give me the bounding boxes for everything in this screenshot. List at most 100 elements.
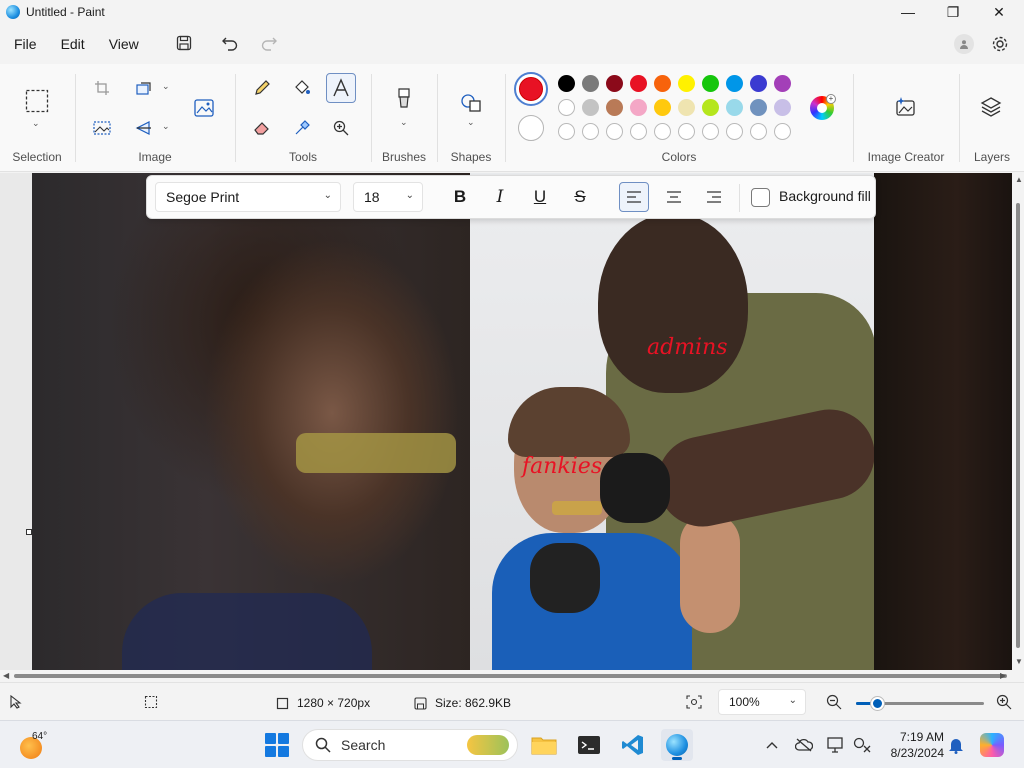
custom-color-slot[interactable] — [678, 123, 695, 140]
zoom-level-dropdown[interactable]: 100% ⌄ — [718, 689, 806, 715]
custom-color-slot[interactable] — [750, 123, 767, 140]
color-swatch-light-blue[interactable] — [726, 99, 743, 116]
zoom-out-button[interactable] — [826, 694, 842, 710]
image-insert-button[interactable] — [190, 93, 220, 123]
vscode-button[interactable] — [617, 729, 649, 761]
fill-button[interactable] — [287, 73, 317, 103]
color-swatch-light-gray[interactable] — [582, 99, 599, 116]
pencil-button[interactable] — [247, 73, 277, 103]
scroll-down-arrow-icon[interactable]: ▼ — [1015, 657, 1023, 666]
canvas-image[interactable]: admins fankies — [32, 173, 1012, 670]
undo-button[interactable] — [216, 30, 244, 56]
secondary-color-swatch[interactable] — [518, 115, 544, 141]
notifications-button[interactable] — [946, 735, 966, 755]
canvas-resize-handle[interactable] — [26, 529, 32, 535]
shapes-button[interactable] — [456, 88, 486, 118]
font-family-dropdown[interactable]: Segoe Print ⌄ — [155, 182, 341, 212]
chevron-down-icon[interactable]: ⌄ — [32, 118, 40, 129]
color-swatch-gray[interactable] — [582, 75, 599, 92]
color-swatch-dark-red[interactable] — [606, 75, 623, 92]
close-button[interactable]: ✕ — [976, 0, 1022, 24]
color-swatch-indigo[interactable] — [750, 75, 767, 92]
primary-color-swatch[interactable] — [519, 77, 543, 101]
color-picker-button[interactable] — [287, 113, 317, 143]
image-select-button[interactable] — [87, 113, 117, 143]
color-swatch-red[interactable] — [630, 75, 647, 92]
magnifier-button[interactable] — [326, 113, 356, 143]
custom-color-slot[interactable] — [606, 123, 623, 140]
zoom-slider-thumb[interactable] — [871, 697, 885, 710]
color-swatch-pink[interactable] — [630, 99, 647, 116]
strikethrough-button[interactable]: S — [565, 182, 595, 212]
vertical-scrollbar[interactable]: ▲ ▼ — [1012, 173, 1024, 670]
align-right-button[interactable] — [699, 182, 729, 212]
text-tool-button[interactable] — [326, 73, 356, 103]
menu-file[interactable]: File — [2, 24, 49, 64]
start-button[interactable] — [265, 733, 289, 757]
color-swatch-slate-blue[interactable] — [750, 99, 767, 116]
brushes-button[interactable] — [389, 84, 419, 114]
custom-color-slot[interactable] — [630, 123, 647, 140]
canvas-text-admins[interactable]: admins — [647, 335, 728, 360]
chevron-down-icon[interactable]: ⌄ — [162, 81, 170, 92]
minimize-button[interactable]: — — [885, 0, 931, 24]
custom-color-slot[interactable] — [774, 123, 791, 140]
crop-button[interactable] — [87, 73, 117, 103]
copilot-icon[interactable] — [980, 733, 1004, 757]
color-swatch-white[interactable] — [558, 99, 575, 116]
italic-button[interactable]: I — [485, 182, 515, 212]
custom-color-slot[interactable] — [582, 123, 599, 140]
custom-color-slot[interactable] — [726, 123, 743, 140]
paint-taskbar-button[interactable] — [661, 729, 693, 761]
font-size-dropdown[interactable]: 18 ⌄ — [353, 182, 423, 212]
layers-button[interactable] — [976, 92, 1006, 122]
chevron-down-icon[interactable]: ⌄ — [400, 117, 408, 128]
redo-button[interactable] — [255, 30, 283, 56]
custom-color-slot[interactable] — [702, 123, 719, 140]
eraser-button[interactable] — [247, 113, 277, 143]
terminal-button[interactable] — [573, 729, 605, 761]
network-button[interactable] — [852, 735, 872, 755]
chevron-down-icon[interactable]: ⌄ — [162, 121, 170, 132]
menu-edit[interactable]: Edit — [49, 24, 97, 64]
profile-avatar[interactable] — [954, 34, 974, 54]
bold-button[interactable]: B — [445, 182, 475, 212]
image-creator-button[interactable] — [891, 92, 921, 122]
scroll-left-arrow-icon[interactable]: ◀ — [3, 671, 9, 680]
color-swatch-purple[interactable] — [774, 75, 791, 92]
file-explorer-button[interactable] — [528, 729, 560, 761]
canvas-area[interactable]: admins fankies — [0, 173, 1012, 670]
color-swatch-brown[interactable] — [606, 99, 623, 116]
canvas-text-fankies[interactable]: fankies — [522, 454, 602, 479]
selection-tool-button[interactable] — [22, 86, 52, 116]
align-left-button[interactable] — [619, 182, 649, 212]
show-hidden-icons-button[interactable] — [762, 735, 782, 755]
underline-button[interactable]: U — [525, 182, 555, 212]
color-swatch-gold[interactable] — [654, 99, 671, 116]
onedrive-button[interactable] — [794, 735, 814, 755]
rotate-button[interactable] — [129, 113, 159, 143]
color-swatch-lavender[interactable] — [774, 99, 791, 116]
resize-button[interactable] — [129, 73, 159, 103]
align-center-button[interactable] — [659, 182, 689, 212]
color-swatch-yellow[interactable] — [678, 75, 695, 92]
vertical-scroll-thumb[interactable] — [1016, 203, 1020, 648]
maximize-button[interactable]: ❐ — [930, 0, 976, 24]
scroll-up-arrow-icon[interactable]: ▲ — [1015, 175, 1023, 184]
color-swatch-blue[interactable] — [726, 75, 743, 92]
settings-button[interactable] — [988, 32, 1012, 56]
color-swatch-orange[interactable] — [654, 75, 671, 92]
taskbar-search[interactable]: Search — [302, 729, 518, 761]
color-swatch-green[interactable] — [702, 75, 719, 92]
custom-color-slot[interactable] — [654, 123, 671, 140]
color-swatch-cream[interactable] — [678, 99, 695, 116]
background-fill-checkbox[interactable] — [751, 188, 770, 207]
chevron-down-icon[interactable]: ⌄ — [467, 117, 475, 128]
fit-to-window-button[interactable] — [686, 695, 702, 709]
scroll-right-arrow-icon[interactable]: ▶ — [1000, 671, 1006, 680]
zoom-in-button[interactable] — [996, 694, 1012, 710]
save-button[interactable] — [170, 30, 198, 56]
system-clock[interactable]: 7:19 AM 8/23/2024 — [886, 729, 944, 761]
horizontal-scroll-thumb[interactable] — [14, 674, 1007, 678]
color-swatch-lime[interactable] — [702, 99, 719, 116]
